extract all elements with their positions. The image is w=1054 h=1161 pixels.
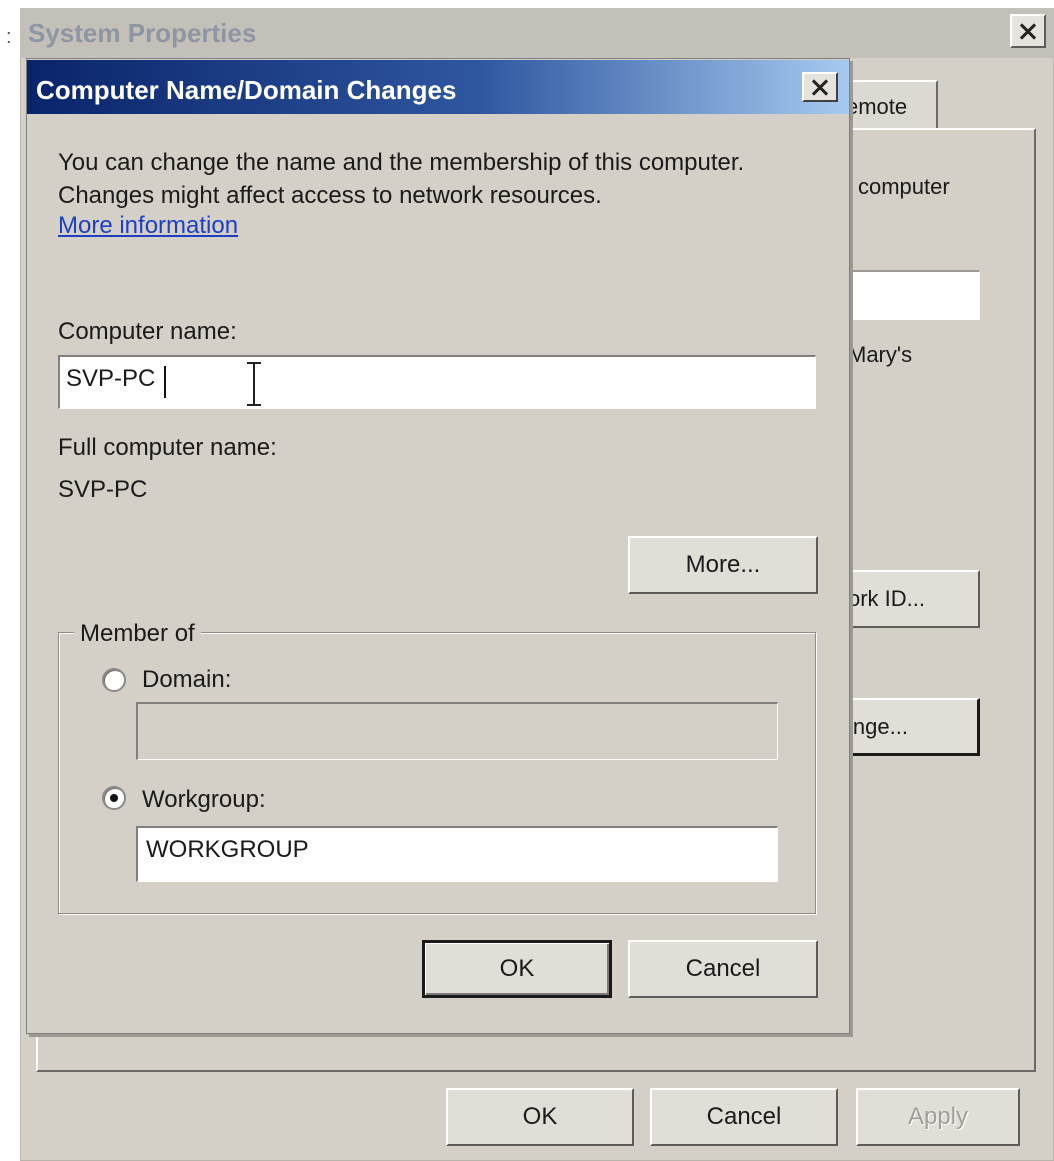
close-icon (1012, 16, 1044, 46)
system-properties-cancel-button[interactable]: Cancel (650, 1088, 838, 1146)
more-button[interactable]: More... (628, 536, 818, 594)
ibeam-cursor-icon (246, 362, 262, 406)
computer-description-field[interactable] (848, 270, 980, 320)
system-properties-close-button[interactable] (1010, 14, 1046, 48)
more-information-link[interactable]: More information (58, 212, 238, 240)
dialog-ok-button[interactable]: OK (422, 940, 612, 998)
workgroup-label[interactable]: Workgroup: (142, 786, 266, 814)
window-edge-mark: : (6, 26, 12, 48)
change-button-label: inge... (848, 714, 908, 739)
dialog-close-button[interactable] (802, 72, 838, 102)
system-properties-ok-button[interactable]: OK (446, 1088, 634, 1146)
workgroup-radio[interactable] (102, 786, 126, 810)
domain-radio[interactable] (102, 668, 126, 692)
member-of-legend: Member of (74, 620, 201, 648)
system-properties-title: System Properties (28, 18, 257, 48)
workgroup-input[interactable]: WORKGROUP (136, 826, 778, 882)
computer-name-input[interactable]: SVP-PC (58, 355, 816, 409)
full-computer-name-value: SVP-PC (58, 476, 148, 503)
tab-remote-label: emote (846, 94, 908, 119)
computer-description-example-fragment: Mary's (848, 342, 913, 367)
domain-label[interactable]: Domain: (142, 666, 231, 694)
close-icon (804, 74, 836, 100)
dialog-description: You can change the name and the membersh… (58, 149, 745, 209)
radio-selected-dot (110, 794, 118, 802)
dialog-title: Computer Name/Domain Changes (36, 75, 457, 105)
dialog-cancel-button[interactable]: Cancel (628, 940, 818, 998)
full-computer-name-label: Full computer name: (58, 434, 277, 461)
system-properties-apply-button[interactable]: Apply (856, 1088, 1020, 1146)
system-properties-description-fragment: computer (858, 174, 950, 199)
computer-name-label: Computer name: (58, 318, 237, 345)
network-id-button-label: ork ID... (848, 586, 926, 611)
text-caret (164, 366, 166, 398)
domain-input (136, 702, 778, 760)
